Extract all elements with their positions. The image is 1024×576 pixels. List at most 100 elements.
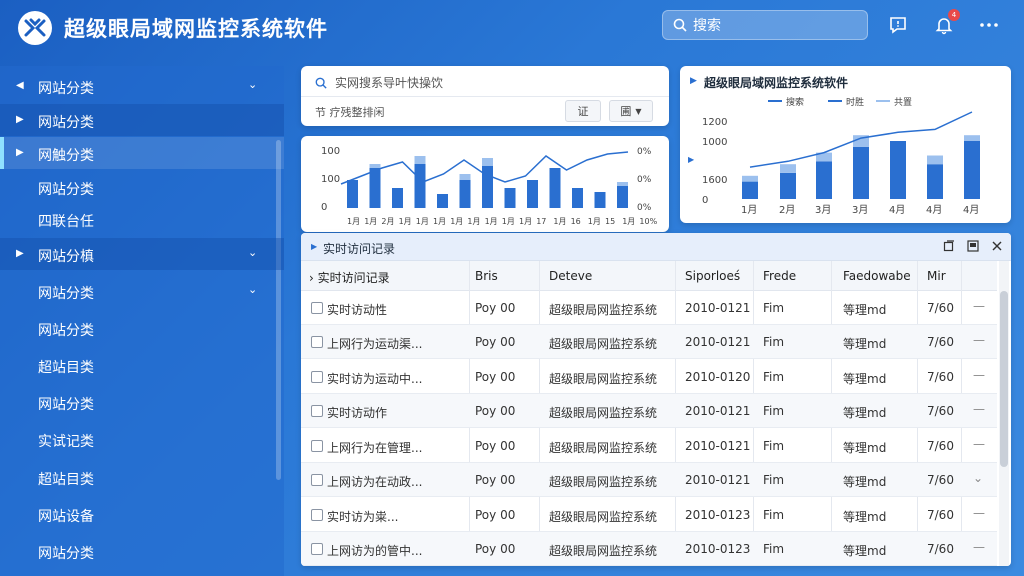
mini-bar	[414, 164, 426, 208]
row-checkbox[interactable]	[311, 440, 323, 452]
sidebar-item[interactable]: ▶ 网触分类	[0, 137, 284, 169]
sidebar-item[interactable]: 网站设备	[0, 498, 284, 530]
table-row[interactable]: 实时访动性 Poy 00 超级眼局网监控系统 2010-0121 Fim 等理md 7/60…	[301, 291, 997, 325]
quick-search-placeholder: 实网搜系导叶快操饮	[335, 76, 444, 90]
cell-name: 实时访为粜...	[327, 510, 399, 524]
row-checkbox[interactable]	[311, 302, 323, 314]
top-bar: 超级眼局域网监控系统软件 搜索 4	[0, 0, 1024, 56]
expand-arrow-icon: ▶	[16, 114, 24, 125]
column-header-bris[interactable]: Bris	[475, 269, 498, 283]
cell-name: 实时访为运动中...	[327, 372, 423, 386]
sidebar-item-label: 网站分类	[38, 81, 94, 97]
message-icon[interactable]	[887, 14, 909, 36]
sidebar-item[interactable]: 网站分类	[0, 535, 284, 567]
cell-c6: 等理md	[843, 303, 887, 317]
y-tick: 0	[702, 195, 708, 206]
table-row[interactable]: 实时访为运动中... Poy 00 超级眼局网监控系统 2010-0120 Fim 等理m…	[301, 360, 997, 394]
column-header-siporloes[interactable]: Siporloeś	[685, 269, 740, 283]
row-checkbox[interactable]	[311, 371, 323, 383]
row-more-icon[interactable]: —	[973, 368, 985, 382]
row-more-icon[interactable]: ⌄	[973, 471, 983, 485]
sidebar-item[interactable]: 网站分类	[0, 312, 284, 344]
chart-bar-top	[927, 155, 943, 165]
more-icon[interactable]	[978, 14, 1000, 36]
sidebar-item[interactable]: 网站分类	[0, 386, 284, 418]
table-row[interactable]: 上网访为的管中... Poy 00 超级眼局网监控系统 2010-0123 Fim 等理m…	[301, 532, 997, 566]
x-tick: 1月	[467, 217, 480, 226]
cell-c4: 2010-0121	[685, 439, 751, 453]
table-row[interactable]: 实时访动作 Poy 00 超级眼局网监控系统 2010-0121 Fim 等理md 7/60…	[301, 394, 997, 428]
cell-c7: 7/60	[927, 508, 954, 522]
sidebar-item[interactable]: ▶ 网站分槙 ⌄	[0, 238, 284, 270]
copy-icon[interactable]	[942, 239, 956, 253]
x-tick: 16	[571, 217, 581, 226]
collapse-arrow-icon: ◀	[16, 80, 24, 91]
cell-c5: Fim	[763, 370, 785, 384]
column-header-mir[interactable]: Mir	[927, 269, 946, 283]
row-more-icon[interactable]: —	[973, 333, 985, 347]
row-more-icon[interactable]: —	[973, 299, 985, 313]
sidebar-item-label: 网站分类	[38, 397, 94, 413]
row-more-icon[interactable]: —	[973, 540, 985, 554]
sidebar-item[interactable]: 四联台任	[0, 203, 284, 235]
row-checkbox[interactable]	[311, 405, 323, 417]
column-header-name[interactable]: › 实时访问记录	[309, 269, 390, 286]
legend-label: 共置	[894, 97, 912, 108]
options-dropdown[interactable]: 圃 ▼	[609, 100, 653, 122]
x-tick: 1月	[347, 217, 360, 226]
cell-c7: 7/60	[927, 542, 954, 556]
row-checkbox[interactable]	[311, 474, 323, 486]
mini-bar	[572, 188, 583, 208]
sidebar-item[interactable]: 网站分类	[0, 171, 284, 203]
cell-c6: 等理md	[843, 475, 887, 489]
row-more-icon[interactable]: —	[973, 402, 985, 416]
column-header-frede[interactable]: Frede	[763, 269, 796, 283]
chart-bar	[742, 181, 758, 199]
cell-c6: 等理md	[843, 441, 887, 455]
bell-icon[interactable]: 4	[933, 9, 960, 36]
chart-bar	[853, 146, 869, 199]
quick-search-field[interactable]: 实网搜系导叶快操饮	[315, 74, 443, 91]
x-tick: 17	[536, 217, 546, 226]
cell-c4: 2010-0123	[685, 542, 751, 556]
cell-c3: 超级眼局网监控系统	[549, 510, 658, 524]
sidebar-item[interactable]: ◀ 网站分类 ⌄	[0, 70, 284, 102]
search-input[interactable]: 搜索	[662, 10, 868, 40]
sidebar-item-label: 实试记类	[38, 434, 94, 450]
table-row[interactable]: 上网行为运动渠... Poy 00 超级眼局网监控系统 2010-0121 Fim 等理m…	[301, 325, 997, 359]
confirm-button[interactable]: 证	[565, 100, 601, 122]
search-icon	[673, 18, 687, 32]
cell-c4: 2010-0121	[685, 473, 751, 487]
cell-c2: Poy 00	[475, 370, 516, 384]
mini-bar	[617, 186, 628, 208]
column-header-deteve[interactable]: Deteve	[549, 269, 592, 283]
sidebar-item[interactable]: 超站目类	[0, 461, 284, 493]
mini-bar	[392, 188, 403, 208]
sidebar-item[interactable]: 实试记类	[0, 423, 284, 455]
table-row[interactable]: 实时访为粜... Poy 00 超级眼局网监控系统 2010-0123 Fim 等理md 7…	[301, 498, 997, 532]
main-chart-card: ▶ 超级眼局域网监控系统软件 搜索 时胜 共置 1200 1000 1600 0 ▶ 1月 2月 3…	[680, 66, 1011, 223]
row-more-icon[interactable]: —	[973, 506, 985, 520]
sidebar-item[interactable]: ▶ 网站分类	[0, 104, 284, 136]
row-more-icon[interactable]: —	[973, 437, 985, 451]
panel-title: 实时访问记录	[323, 242, 396, 256]
table-row[interactable]: 上网行为在管理... Poy 00 超级眼局网监控系统 2010-0121 Fim 等理m…	[301, 429, 997, 463]
sidebar-item[interactable]: 网站分类 ⌄	[0, 275, 284, 307]
row-checkbox[interactable]	[311, 509, 323, 521]
cell-c5: Fim	[763, 508, 785, 522]
mini-chart: 100 0%100 0%0 0%1月 1月 2月 1月 1月 1月 1月 1月 1月 1月 1月 17 1月 1…	[321, 146, 658, 226]
row-checkbox[interactable]	[311, 336, 323, 348]
table-row[interactable]: 上网访为在动政... Poy 00 超级眼局网监控系统 2010-0121 Fim 等理m…	[301, 463, 997, 497]
column-header-faedowabe[interactable]: Faedowabe	[843, 269, 911, 283]
mini-bar	[437, 194, 448, 208]
x-tick: 2月	[779, 204, 795, 216]
maximize-icon[interactable]	[966, 239, 980, 253]
search-label: 搜索	[693, 18, 721, 34]
cell-c3: 超级眼局网监控系统	[549, 544, 658, 558]
close-icon[interactable]	[990, 239, 1004, 253]
cell-c6: 等理md	[843, 372, 887, 386]
row-checkbox[interactable]	[311, 543, 323, 555]
table-scrollbar-thumb[interactable]	[1000, 291, 1008, 467]
cell-name: 上网访为在动政...	[327, 475, 423, 489]
sidebar-item[interactable]: 超站目类	[0, 349, 284, 381]
